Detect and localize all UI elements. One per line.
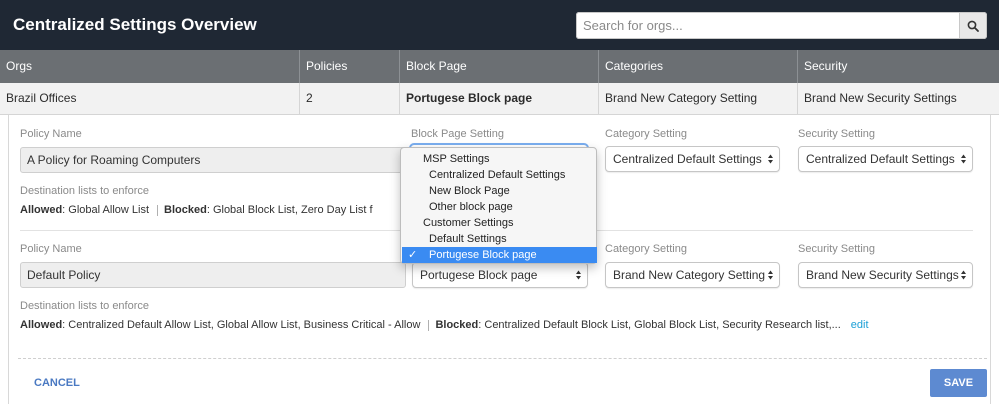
policy-name-field: Default Policy bbox=[20, 262, 406, 288]
dropdown-option-portugese-block-page[interactable]: ✓ Portugese Block page bbox=[402, 247, 597, 263]
org-search bbox=[576, 12, 987, 39]
search-icon bbox=[967, 20, 979, 32]
dropdown-option-label: Portugese Block page bbox=[429, 249, 537, 261]
category-select-value: Brand New Category Setting bbox=[613, 268, 766, 282]
column-header-categories[interactable]: Categories bbox=[599, 50, 798, 83]
table-header: Orgs Policies Block Page Categories Secu… bbox=[0, 50, 999, 83]
block-page-setting-label: Block Page Setting bbox=[411, 128, 504, 140]
dropdown-option-default-settings[interactable]: Default Settings bbox=[402, 231, 597, 247]
category-select-value: Centralized Default Settings bbox=[613, 152, 762, 166]
allowed-lists: Global Allow List bbox=[68, 204, 150, 216]
select-arrows-icon bbox=[768, 154, 773, 164]
column-header-orgs[interactable]: Orgs bbox=[0, 50, 300, 83]
block-page-dropdown-menu: MSP Settings Centralized Default Setting… bbox=[400, 147, 597, 264]
security-select[interactable]: Brand New Security Settings bbox=[798, 262, 973, 288]
destination-lists-label: Destination lists to enforce bbox=[20, 185, 150, 197]
security-setting-label: Security Setting bbox=[798, 128, 876, 140]
checkmark-icon: ✓ bbox=[408, 249, 418, 261]
security-setting-label: Security Setting bbox=[798, 243, 876, 255]
category-setting-label: Category Setting bbox=[605, 128, 687, 140]
block-page-select[interactable]: Portugese Block page bbox=[412, 262, 588, 288]
security-select-value: Brand New Security Settings bbox=[806, 268, 959, 282]
dropdown-option-new-block-page[interactable]: New Block Page bbox=[402, 183, 597, 199]
search-input[interactable] bbox=[576, 12, 960, 39]
block-page-select-value: Portugese Block page bbox=[420, 268, 538, 282]
policy-name-field: A Policy for Roaming Computers bbox=[20, 147, 406, 173]
select-arrows-icon bbox=[768, 270, 773, 280]
policy-name-label: Policy Name bbox=[20, 243, 82, 255]
footer-divider bbox=[18, 358, 987, 359]
edit-link[interactable]: edit bbox=[851, 319, 869, 331]
destination-lists-label: Destination lists to enforce bbox=[20, 300, 150, 312]
category-select[interactable]: Brand New Category Setting bbox=[605, 262, 780, 288]
cancel-button[interactable]: CANCEL bbox=[34, 377, 80, 389]
table-row[interactable]: Brazil Offices 2 Portugese Block page Br… bbox=[0, 83, 999, 115]
column-header-block-page[interactable]: Block Page bbox=[400, 50, 599, 83]
allowed-label: Allowed bbox=[20, 319, 63, 331]
column-header-policies[interactable]: Policies bbox=[300, 50, 400, 83]
blocked-lists: Global Block List, Zero Day List f bbox=[212, 204, 373, 216]
column-header-security[interactable]: Security bbox=[798, 50, 999, 83]
select-arrows-icon bbox=[961, 270, 966, 280]
cell-categories: Brand New Category Setting bbox=[599, 83, 798, 114]
category-select[interactable]: Centralized Default Settings bbox=[605, 146, 780, 172]
allowed-lists: Centralized Default Allow List, Global A… bbox=[68, 319, 421, 331]
search-button[interactable] bbox=[960, 12, 987, 39]
blocked-lists: Centralized Default Block List, Global B… bbox=[484, 319, 841, 331]
cell-block-page: Portugese Block page bbox=[400, 83, 599, 114]
dropdown-group-msp-settings: MSP Settings bbox=[423, 153, 490, 165]
dropdown-option-other-block-page[interactable]: Other block page bbox=[402, 199, 597, 215]
security-select-value: Centralized Default Settings bbox=[806, 152, 955, 166]
allowed-label: Allowed bbox=[20, 204, 63, 216]
security-select[interactable]: Centralized Default Settings bbox=[798, 146, 973, 172]
destination-lists: Allowed: Centralized Default Allow List,… bbox=[20, 319, 869, 331]
destination-lists: Allowed: Global Allow List Blocked: Globa… bbox=[20, 204, 373, 216]
category-setting-label: Category Setting bbox=[605, 243, 687, 255]
blocked-label: Blocked bbox=[435, 319, 479, 331]
select-arrows-icon bbox=[961, 154, 966, 164]
blocked-label: Blocked bbox=[164, 204, 207, 216]
page-title: Centralized Settings Overview bbox=[13, 15, 257, 34]
save-button[interactable]: SAVE bbox=[930, 369, 987, 397]
top-bar: Centralized Settings Overview bbox=[0, 0, 999, 50]
cell-org: Brazil Offices bbox=[0, 83, 300, 114]
cell-security: Brand New Security Settings bbox=[804, 91, 957, 105]
cell-policies: 2 bbox=[300, 83, 400, 114]
dropdown-option-centralized-default[interactable]: Centralized Default Settings bbox=[402, 167, 597, 183]
policy-name-label: Policy Name bbox=[20, 128, 82, 140]
dropdown-group-customer-settings: Customer Settings bbox=[423, 217, 514, 229]
select-arrows-icon bbox=[576, 270, 581, 280]
